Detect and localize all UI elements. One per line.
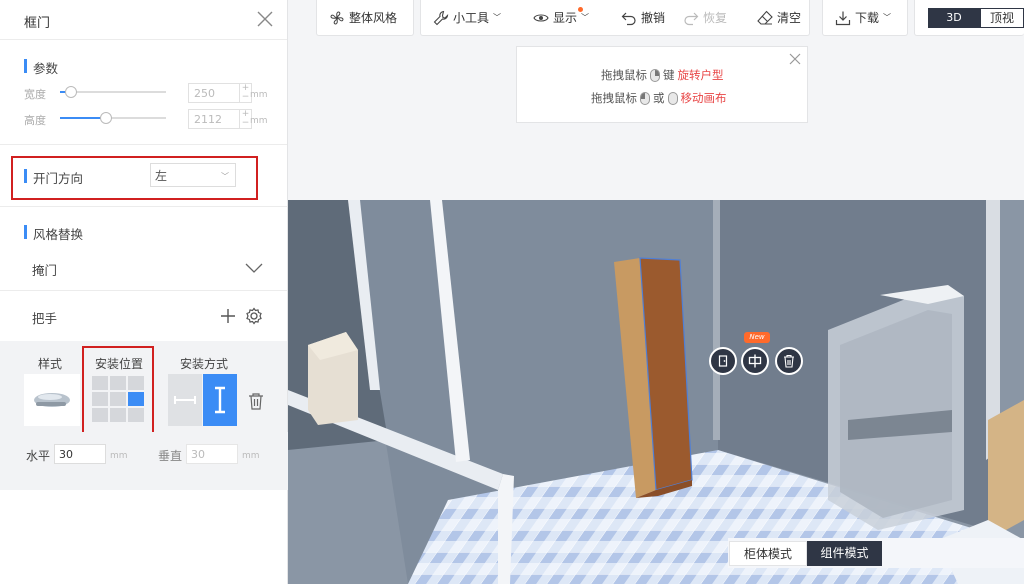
vertical-mount-icon (215, 386, 225, 414)
mount-vertical-button[interactable] (203, 374, 237, 426)
hint-box: 拖拽鼠标 键 旋转户型 拖拽鼠标 或 移动画布 (516, 46, 808, 123)
highlight-box (11, 156, 258, 200)
undo-button[interactable]: 撤销 (621, 9, 665, 26)
handle-image (34, 393, 70, 407)
clear-button[interactable]: 清空 (757, 9, 801, 26)
eye-icon (533, 13, 549, 22)
redo-icon (684, 12, 699, 25)
notification-dot (578, 7, 583, 12)
horizontal-label: 水平 (26, 449, 51, 463)
position-highlight-box (82, 346, 154, 435)
center-icon (748, 354, 762, 368)
vertical-label: 垂直 (158, 449, 183, 463)
trash-icon (784, 354, 794, 368)
undo-label: 撤销 (641, 11, 666, 25)
params-section: 参数 宽度 250 + − mm 高度 2112 + − mm (0, 40, 287, 145)
vertical-unit: mm (242, 451, 260, 461)
3d-viewport[interactable] (288, 200, 1024, 584)
height-slider[interactable] (60, 112, 166, 124)
width-label: 宽度 (24, 88, 46, 101)
horizontal-input[interactable]: 30 (54, 444, 106, 464)
download-icon (835, 11, 851, 25)
close-icon[interactable] (789, 53, 801, 65)
component-mode-button[interactable]: 组件模式 (807, 541, 882, 566)
mount-horizontal-button[interactable] (168, 374, 202, 426)
panel-title: 框门 (24, 16, 51, 31)
vertical-input[interactable]: 30 (186, 444, 238, 464)
handle-style-tile[interactable] (24, 374, 80, 426)
width-slider[interactable] (60, 86, 166, 98)
hint-text: 键 (663, 68, 675, 82)
chevron-down-icon: ﹀ (883, 13, 892, 22)
mouse-right-icon (650, 68, 660, 82)
trash-icon[interactable] (248, 392, 264, 410)
redo-label: 恢复 (703, 11, 728, 25)
tools-label: 小工具 (453, 11, 490, 25)
handle-title: 把手 (32, 311, 58, 326)
overall-style-button[interactable]: 整体风格 (316, 0, 414, 36)
door-open-button[interactable] (709, 347, 737, 375)
hint-action: 旋转户型 (677, 68, 724, 82)
horizontal-unit: mm (110, 451, 128, 461)
fan-icon (330, 11, 344, 24)
horizontal-mount-icon (174, 396, 196, 404)
style-swap-section: 风格替换 掩门 (0, 207, 287, 291)
chevron-down-icon[interactable] (245, 263, 263, 273)
wrench-icon (433, 10, 449, 25)
width-input[interactable]: 250 (188, 83, 240, 103)
main-toolbar: 小工具 ﹀ 显示 ﹀ 撤销 恢复 清空 (420, 0, 810, 36)
hint-text: 或 (653, 91, 665, 105)
close-icon[interactable] (253, 7, 277, 31)
style-swap-title: 风格替换 (24, 224, 83, 243)
hint-action: 移动画布 (680, 91, 727, 105)
gear-icon[interactable] (245, 307, 263, 325)
handle-section: 把手 (0, 291, 287, 341)
height-slider-knob[interactable] (100, 112, 112, 124)
center-align-button[interactable] (741, 347, 769, 375)
properties-panel: 框门 参数 宽度 250 + − mm 高度 2112 + − mm 开门方向 左 … (0, 0, 288, 584)
delete-door-button[interactable] (775, 347, 803, 375)
hint-text: 拖拽鼠标 (601, 68, 647, 82)
view-3d-button[interactable]: 3D (928, 8, 980, 28)
height-label: 高度 (24, 114, 46, 127)
hint-line-move: 拖拽鼠标 或 移动画布 (591, 90, 727, 106)
door-icon (718, 355, 728, 367)
clear-label: 清空 (777, 11, 802, 25)
style-tile-label: 样式 (38, 357, 63, 371)
chevron-down-icon: ﹀ (493, 13, 502, 22)
hint-text: 拖拽鼠标 (591, 91, 637, 105)
download-label: 下载 (855, 11, 880, 25)
add-icon[interactable] (220, 308, 236, 324)
undo-icon (621, 12, 636, 25)
eraser-icon (757, 10, 773, 25)
height-input[interactable]: 2112 (188, 109, 240, 129)
download-button[interactable]: 下载 ﹀ (822, 0, 908, 36)
overall-style-label: 整体风格 (349, 11, 398, 25)
params-title: 参数 (24, 58, 58, 77)
mouse-left-icon (640, 91, 650, 105)
height-unit: mm (250, 116, 268, 126)
style-swap-item[interactable]: 掩门 (32, 260, 57, 279)
tools-menu[interactable]: 小工具 ﹀ (433, 9, 501, 26)
chevron-down-icon: ﹀ (581, 13, 590, 22)
mouse-middle-icon (667, 91, 678, 105)
width-slider-knob[interactable] (65, 86, 77, 98)
mount-tile-label: 安装方式 (180, 357, 229, 371)
view-top-button[interactable]: 顶视 (980, 8, 1024, 28)
panel-header: 框门 (0, 0, 287, 40)
cabinet-mode-button[interactable]: 柜体模式 (729, 541, 807, 566)
width-unit: mm (250, 90, 268, 100)
hint-line-rotate: 拖拽鼠标 键 旋转户型 (601, 67, 724, 83)
new-badge: New (744, 332, 770, 343)
display-label: 显示 (553, 11, 578, 25)
redo-button[interactable]: 恢复 (683, 9, 727, 26)
